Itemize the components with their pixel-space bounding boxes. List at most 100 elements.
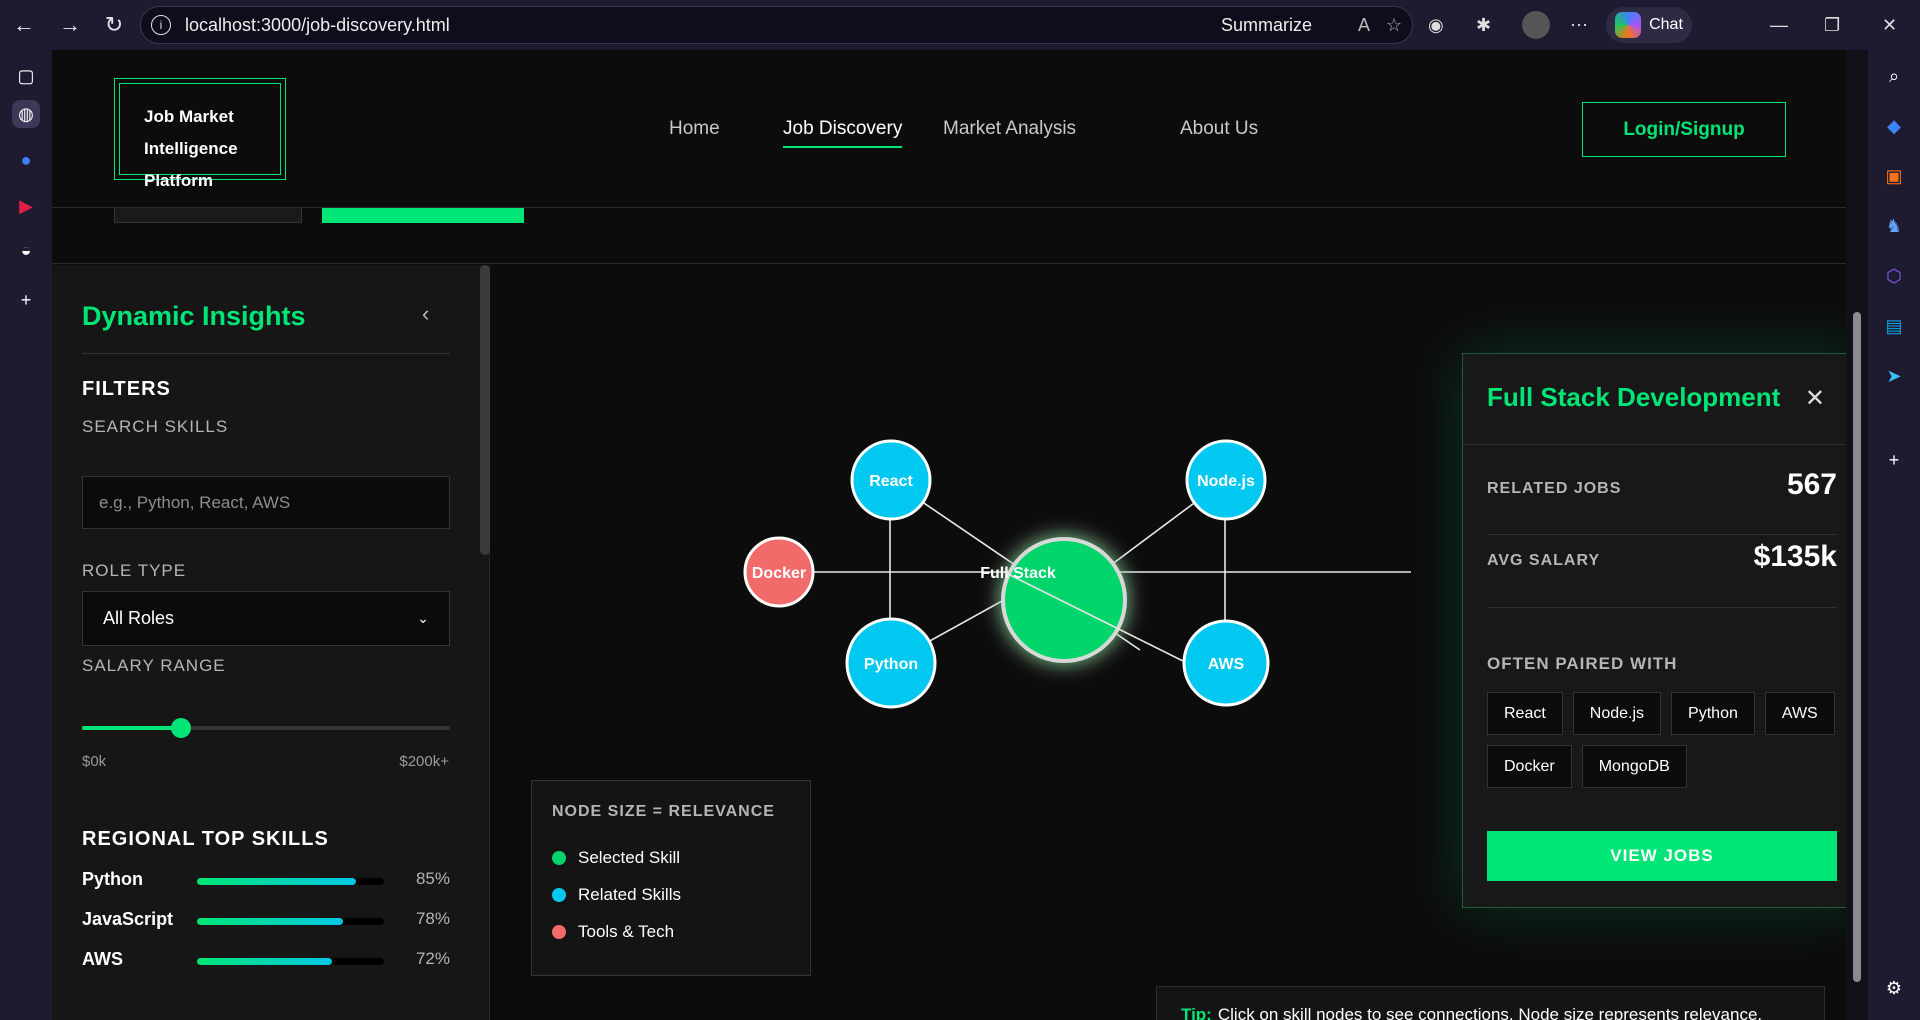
globe-tab-icon[interactable]: ◍	[12, 100, 40, 128]
more-options-icon[interactable]: ⋯	[1570, 0, 1588, 50]
stat-divider	[1487, 607, 1837, 608]
logo-line-2: Intelligence Platform	[144, 139, 238, 190]
outlook-icon[interactable]: ▤	[1880, 312, 1908, 340]
skill-row: JavaScript 78%	[82, 909, 450, 933]
salary-slider-thumb[interactable]	[171, 718, 192, 738]
panel-title: Full Stack Development	[1487, 382, 1781, 412]
strip-tab-primary[interactable]	[322, 208, 524, 223]
app-tab-icon[interactable]: ●	[12, 146, 40, 174]
collapse-chevron-icon[interactable]: ‹	[422, 301, 429, 327]
favorite-star-icon[interactable]: ☆	[1386, 15, 1402, 36]
games-icon[interactable]: ♞	[1880, 212, 1908, 240]
node-nodejs[interactable]: Node.js	[1185, 439, 1267, 521]
node-label: Docker	[752, 565, 806, 582]
login-signup-button[interactable]: Login/Signup	[1582, 102, 1786, 157]
site-info-icon[interactable]: i	[151, 15, 171, 35]
github-tab-icon[interactable]: ◒	[12, 236, 40, 264]
skill-bar	[197, 958, 384, 965]
nav-about-us[interactable]: About Us	[1180, 118, 1258, 140]
browser-toolbar: ← → ↻ i localhost:3000/job-discovery.htm…	[0, 0, 1920, 50]
paired-skill-chip[interactable]: React	[1487, 692, 1563, 735]
role-type-select[interactable]: All Roles ⌄	[82, 591, 450, 646]
node-react[interactable]: React	[850, 439, 932, 521]
skill-percent: 78%	[415, 909, 450, 928]
salary-slider-fill	[82, 726, 182, 730]
avg-salary-label: AVG SALARY	[1487, 552, 1601, 569]
close-window-icon[interactable]: ✕	[1882, 0, 1897, 50]
browser-right-rail: ⌕ ◆ ▣ ♞ ⬡ ▤ ➤ + ⚙	[1868, 50, 1920, 1020]
node-label: Node.js	[1197, 473, 1255, 490]
paired-skill-chip[interactable]: Docker	[1487, 745, 1572, 788]
graph-legend: NODE SIZE = RELEVANCE Selected Skill Rel…	[531, 780, 811, 976]
shopping-tag-icon[interactable]: ◆	[1880, 112, 1908, 140]
address-bar[interactable]: i localhost:3000/job-discovery.html Summ…	[140, 6, 1413, 44]
restore-icon[interactable]: ❐	[1824, 0, 1840, 50]
node-full-stack[interactable]: Full Stack	[980, 537, 1127, 663]
nav-job-discovery[interactable]: Job Discovery	[783, 118, 903, 148]
strip-tab-secondary[interactable]	[114, 208, 302, 223]
extensions-puzzle-icon[interactable]: ✱	[1476, 0, 1491, 50]
stat-divider	[1487, 534, 1837, 535]
node-docker[interactable]: Docker	[743, 536, 815, 608]
site-logo[interactable]: Job Market Intelligence Platform	[114, 78, 286, 190]
skill-detail-panel: Full Stack Development ✕ RELATED JOBS 56…	[1462, 353, 1846, 908]
legend-item: Tools & Tech	[552, 913, 790, 950]
chat-label: Chat	[1649, 16, 1683, 33]
selected-dot-icon	[552, 850, 566, 865]
skill-percent: 85%	[415, 869, 450, 888]
extension-icon[interactable]: ◉	[1428, 0, 1444, 50]
nav-home[interactable]: Home	[669, 118, 720, 140]
node-aws[interactable]: AWS	[1182, 619, 1270, 707]
nav-market-analysis[interactable]: Market Analysis	[943, 118, 1076, 140]
tip-banner: Tip: Click on skill nodes to see connect…	[1156, 986, 1825, 1020]
paired-skill-chip[interactable]: Node.js	[1572, 692, 1662, 735]
new-tab-icon[interactable]: +	[12, 286, 40, 314]
avg-salary-value: $135k	[1753, 540, 1837, 573]
skill-bar-fill	[197, 918, 343, 925]
read-aloud-icon[interactable]: A	[1358, 15, 1370, 36]
insights-sidebar: Dynamic Insights ‹ FILTERS SEARCH SKILLS…	[52, 265, 490, 1020]
related-jobs-value: 567	[1786, 468, 1837, 501]
search-skills-label: SEARCH SKILLS	[82, 417, 229, 436]
search-skills-input[interactable]	[82, 476, 450, 529]
minimize-icon[interactable]: —	[1770, 0, 1788, 50]
copilot-sidebar-icon[interactable]: ⬡	[1880, 262, 1908, 290]
paired-skill-chip[interactable]: AWS	[1764, 692, 1835, 735]
tools-briefcase-icon[interactable]: ▣	[1880, 162, 1908, 190]
settings-gear-icon[interactable]: ⚙	[1880, 974, 1908, 1002]
tip-text: Click on skill nodes to see connections.…	[1217, 1004, 1763, 1020]
copilot-chat-button[interactable]: Chat	[1606, 7, 1692, 43]
salary-min-label: $0k	[82, 753, 107, 770]
browser-left-rail: ▢ ◍ ● ▶ ◒ +	[0, 50, 52, 1020]
skill-network-graph: Full Stack React Node.js Docker Python A…	[491, 265, 1846, 1020]
youtube-tab-icon[interactable]: ▶	[12, 192, 40, 220]
sidebar-scrollbar[interactable]	[480, 265, 490, 555]
page-scrollbar-thumb[interactable]	[1853, 312, 1861, 982]
tab-actions-icon[interactable]: ▢	[12, 62, 40, 90]
salary-range-slider[interactable]	[82, 718, 450, 738]
add-sidebar-app-icon[interactable]: +	[1880, 446, 1908, 474]
legend-label: Tools & Tech	[578, 921, 675, 941]
forward-icon[interactable]: →	[52, 7, 88, 43]
refresh-icon[interactable]: ↻	[96, 7, 132, 43]
url-text[interactable]: localhost:3000/job-discovery.html	[185, 15, 450, 36]
view-jobs-button[interactable]: VIEW JOBS	[1487, 831, 1837, 881]
legend-title: NODE SIZE = RELEVANCE	[552, 803, 775, 820]
page-scrollbar[interactable]	[1846, 50, 1868, 1020]
paired-skill-chip[interactable]: Python	[1671, 692, 1755, 735]
tools-dot-icon	[552, 924, 566, 939]
search-icon[interactable]: ⌕	[1880, 62, 1908, 90]
site-header: Job Market Intelligence Platform Home Jo…	[52, 50, 1846, 208]
summarize-button[interactable]: Summarize	[1221, 15, 1312, 36]
send-icon[interactable]: ➤	[1880, 362, 1908, 390]
node-python[interactable]: Python	[845, 617, 937, 709]
role-type-value: All Roles	[103, 608, 175, 628]
close-icon[interactable]: ✕	[1805, 384, 1825, 413]
back-icon[interactable]: ←	[6, 7, 42, 43]
skill-bar	[197, 918, 384, 925]
profile-avatar[interactable]	[1522, 0, 1550, 50]
skill-row: Python 85%	[82, 869, 450, 893]
skill-name: Python	[82, 869, 143, 889]
related-dot-icon	[552, 887, 566, 902]
paired-skill-chip[interactable]: MongoDB	[1581, 745, 1687, 788]
